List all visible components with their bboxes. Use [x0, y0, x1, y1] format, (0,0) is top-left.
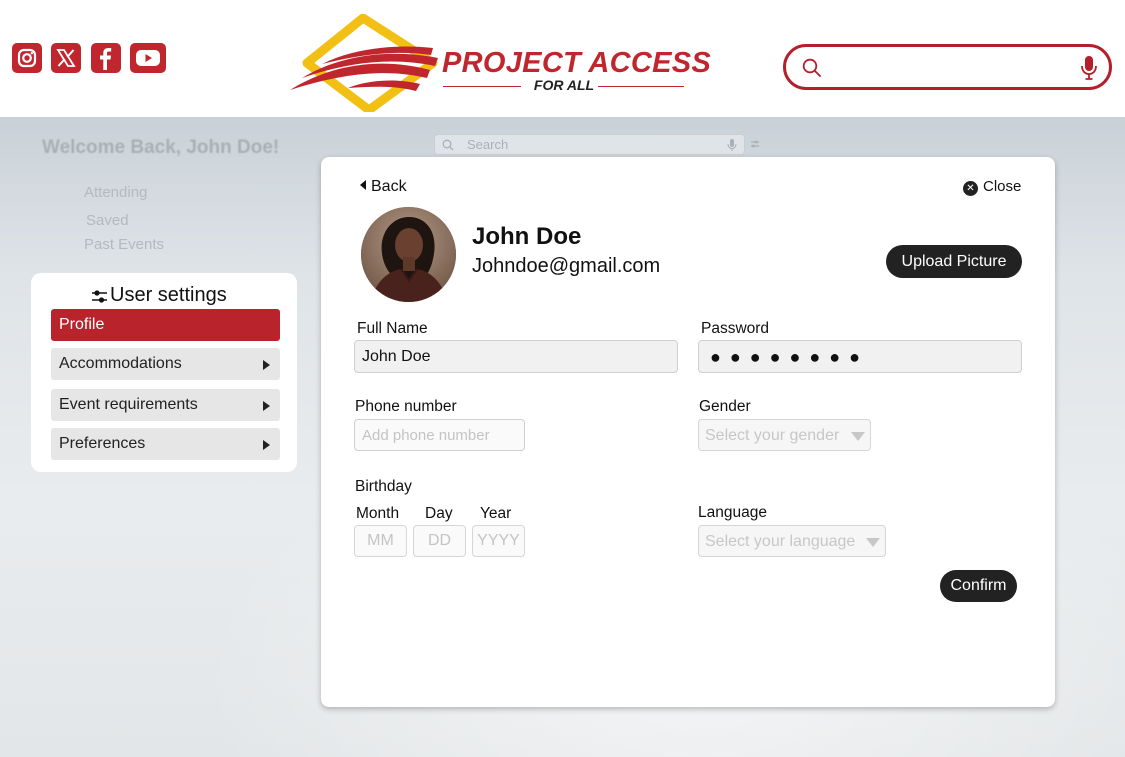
caret-right-icon — [263, 401, 270, 411]
profile-email: Johndoe@gmail.com — [472, 255, 661, 277]
settings-title-text: User settings — [110, 284, 227, 306]
avatar — [361, 207, 456, 302]
language-select-value: Select your language — [705, 533, 856, 550]
avatar-photo — [361, 207, 456, 302]
settings-title: User settings — [91, 284, 227, 307]
youtube-link[interactable] — [130, 43, 166, 73]
birthday-day-field[interactable] — [413, 525, 466, 557]
settings-item-label: Preferences — [59, 435, 146, 452]
close-icon: ✕ — [963, 181, 978, 196]
site-header: PROJECT ACCESS FOR ALL — [0, 0, 1125, 117]
gender-select-value: Select your gender — [705, 427, 840, 444]
password-label: Password — [701, 320, 770, 337]
settings-item-label: Event requirements — [59, 396, 198, 413]
header-search-input[interactable] — [830, 55, 1070, 79]
caret-right-icon — [263, 440, 270, 450]
settings-item-preferences[interactable]: Preferences — [51, 428, 280, 460]
brand-subtitle: FOR ALL — [533, 77, 595, 93]
profile-name: John Doe — [472, 223, 582, 250]
close-button[interactable]: ✕ Close — [963, 178, 1021, 196]
language-select[interactable]: Select your language — [698, 525, 886, 557]
brand-divider-right — [598, 86, 684, 87]
header-search-bar[interactable] — [783, 44, 1112, 90]
birthday-month-field[interactable] — [354, 525, 407, 557]
nav-attending: Attending — [84, 184, 148, 201]
chevron-down-icon — [851, 432, 865, 441]
month-label: Month — [356, 505, 400, 522]
gender-label: Gender — [699, 398, 751, 415]
day-label: Day — [425, 505, 453, 522]
back-button[interactable]: Back — [360, 178, 407, 196]
microphone-icon[interactable] — [1080, 55, 1098, 81]
settings-item-event-requirements[interactable]: Event requirements — [51, 389, 280, 421]
year-label: Year — [480, 505, 512, 522]
brand-title: PROJECT ACCESS — [442, 47, 712, 79]
youtube-icon — [136, 50, 160, 66]
filter-icon — [751, 140, 759, 148]
upload-picture-button[interactable]: Upload Picture — [886, 245, 1022, 278]
language-label: Language — [698, 504, 767, 521]
full-name-field[interactable] — [354, 340, 678, 373]
settings-item-label: Profile — [59, 316, 105, 333]
caret-left-icon — [360, 180, 366, 190]
x-link[interactable] — [51, 43, 81, 73]
settings-item-label: Accommodations — [59, 355, 182, 372]
settings-item-profile[interactable]: Profile — [51, 309, 280, 341]
nav-saved: Saved — [86, 212, 129, 229]
search-icon[interactable] — [802, 58, 822, 78]
backdrop-search-bar: Search — [434, 134, 745, 155]
x-icon — [56, 49, 76, 67]
phone-label: Phone number — [355, 398, 457, 415]
birthday-year-field[interactable] — [472, 525, 525, 557]
close-label: Close — [983, 178, 1022, 195]
search-icon — [442, 139, 454, 151]
phone-field[interactable] — [354, 419, 525, 451]
user-settings-panel: User settings Profile Accommodations Eve… — [31, 273, 297, 472]
full-name-label: Full Name — [357, 320, 428, 337]
chevron-down-icon — [866, 538, 880, 547]
profile-modal: Back ✕ Close John Doe Johndoe@gmail.com U — [321, 157, 1055, 707]
caret-right-icon — [263, 360, 270, 370]
gender-select[interactable]: Select your gender — [698, 419, 871, 451]
settings-item-accommodations[interactable]: Accommodations — [51, 348, 280, 380]
instagram-icon — [17, 48, 37, 68]
facebook-icon — [100, 48, 112, 70]
birthday-label: Birthday — [355, 478, 412, 495]
microphone-icon — [727, 139, 737, 151]
password-field[interactable]: ●●●●●●●● — [698, 340, 1022, 373]
welcome-heading: Welcome Back, John Doe! — [42, 137, 280, 158]
facebook-link[interactable] — [91, 43, 121, 73]
instagram-link[interactable] — [12, 43, 42, 73]
back-label: Back — [371, 178, 407, 195]
nav-past-events: Past Events — [84, 236, 165, 253]
backdrop-search-placeholder: Search — [467, 137, 509, 152]
confirm-button[interactable]: Confirm — [940, 570, 1017, 602]
